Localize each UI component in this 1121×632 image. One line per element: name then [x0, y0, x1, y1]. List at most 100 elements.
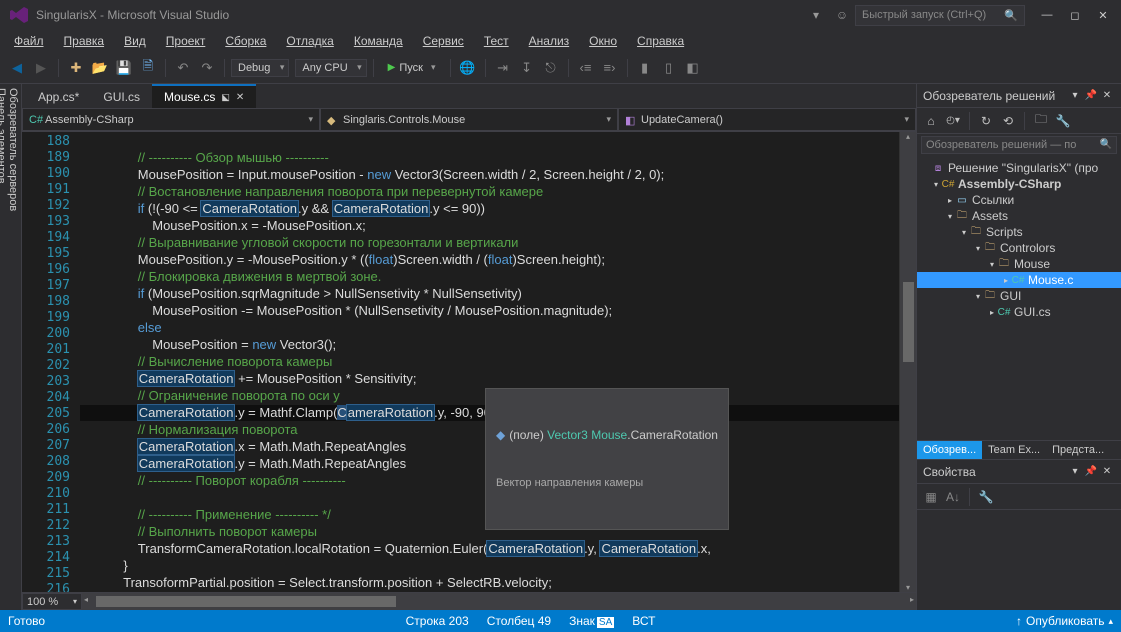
nav-member-combo[interactable]: ◧UpdateCamera() — [618, 108, 916, 131]
panel-menu-button[interactable]: ▾ — [1067, 466, 1083, 477]
tab-gui-cs[interactable]: GUI.cs — [91, 84, 152, 108]
close-tab-icon[interactable]: ✕ — [236, 92, 244, 103]
undo-button[interactable]: ↶ — [172, 57, 194, 79]
outdent-button[interactable]: ‹≡ — [575, 57, 597, 79]
menu-view[interactable]: Вид — [114, 32, 156, 50]
step-out-button[interactable]: ⇥ — [492, 57, 514, 79]
properties-toolbar: ▦ A↓ 🔧 — [917, 484, 1121, 510]
intellisense-tooltip: ◆(поле) Vector3 Mouse.CameraRotation Век… — [485, 388, 729, 530]
nav-back-button[interactable]: ◀ — [6, 57, 28, 79]
menu-analysis[interactable]: Анализ — [519, 32, 580, 50]
tree-scripts[interactable]: ▾🗀Scripts — [917, 224, 1121, 240]
quick-launch-input[interactable]: Быстрый запуск (Ctrl+Q)🔍 — [855, 5, 1025, 26]
tree-project[interactable]: ▾C#Assembly-CSharp — [917, 176, 1121, 192]
save-button[interactable]: 💾 — [113, 57, 135, 79]
server-explorer-tab[interactable]: Обозреватель серверов — [7, 88, 19, 596]
feedback-icon[interactable]: ☺ — [835, 8, 849, 22]
scroll-left-arrow[interactable]: ◂ — [82, 593, 90, 606]
panel-menu-button[interactable]: ▾ — [1067, 90, 1083, 101]
comment-button[interactable]: ▮ — [634, 57, 656, 79]
menu-test[interactable]: Тест — [474, 32, 519, 50]
menu-edit[interactable]: Правка — [54, 32, 115, 50]
close-button[interactable]: ✕ — [1089, 9, 1117, 22]
browser-button[interactable]: 🌐 — [457, 57, 479, 79]
solution-toolbar: ⌂ ◴▾ ↻ ⟲ 🗀 🔧 — [917, 108, 1121, 134]
refresh-button[interactable]: ↻ — [976, 111, 996, 131]
menu-window[interactable]: Окно — [579, 32, 627, 50]
home-button[interactable]: ⌂ — [921, 111, 941, 131]
tab-class-view[interactable]: Предста... — [1046, 441, 1110, 459]
close-panel-button[interactable]: ✕ — [1099, 466, 1115, 477]
save-all-button[interactable]: 🗎 — [137, 57, 159, 79]
pin-panel-button[interactable]: 📌 — [1083, 466, 1099, 477]
collapse-button[interactable]: ◴▾ — [943, 111, 963, 131]
events-button[interactable]: 🔧 — [976, 487, 996, 507]
menu-team[interactable]: Команда — [344, 32, 413, 50]
document-tabs: App.cs* GUI.cs Mouse.cs⬕✕ — [22, 84, 916, 108]
vertical-scrollbar[interactable]: ▴ ▾ — [899, 132, 916, 592]
status-column: Столбец 49 — [487, 614, 551, 628]
config-combo[interactable]: Debug — [231, 59, 289, 77]
tree-gui-cs[interactable]: ▸C#GUI.cs — [917, 304, 1121, 320]
scroll-up-arrow[interactable]: ▴ — [900, 132, 916, 141]
menu-project[interactable]: Проект — [156, 32, 216, 50]
publish-button[interactable]: ↑Опубликовать▴ — [1016, 614, 1113, 628]
tab-mouse-cs[interactable]: Mouse.cs⬕✕ — [152, 84, 256, 108]
explorer-bottom-tabs: Обозрев... Team Ex... Предста... — [917, 440, 1121, 459]
search-icon: 🔍 — [1100, 139, 1112, 150]
run-button[interactable]: ▶Пуск▾ — [380, 60, 444, 76]
tree-assets[interactable]: ▾🗀Assets — [917, 208, 1121, 224]
platform-combo[interactable]: Any CPU — [295, 59, 366, 77]
uncomment-button[interactable]: ▯ — [658, 57, 680, 79]
scroll-down-arrow[interactable]: ▾ — [900, 583, 916, 592]
solution-explorer-header: Обозреватель решений ▾ 📌 ✕ — [917, 84, 1121, 108]
step-button[interactable]: ↧ — [516, 57, 538, 79]
menu-service[interactable]: Сервис — [413, 32, 474, 50]
tree-references[interactable]: ▸▭Ссылки — [917, 192, 1121, 208]
pin-panel-button[interactable]: 📌 — [1083, 90, 1099, 101]
tree-mouse-cs[interactable]: ▸C#Mouse.c — [917, 272, 1121, 288]
tab-solution-explorer[interactable]: Обозрев... — [917, 441, 982, 459]
class-icon: ◆ — [327, 114, 339, 126]
solution-search-input[interactable]: Обозреватель решений — по🔍 — [921, 136, 1117, 154]
tree-solution[interactable]: ⧈Решение "SingularisX" (про — [917, 160, 1121, 176]
menu-file[interactable]: Файл — [4, 32, 54, 50]
tab-app-cs[interactable]: App.cs* — [26, 84, 91, 108]
folder-icon: 🗀 — [997, 257, 1011, 271]
tree-controlors[interactable]: ▾🗀Controlors — [917, 240, 1121, 256]
navigation-bar: C#Assembly-CSharp ◆Singlaris.Controls.Mo… — [22, 108, 916, 132]
toolbox-tab[interactable]: Панель элементов — [0, 88, 7, 596]
open-button[interactable]: 📂 — [89, 57, 111, 79]
tab-team-explorer[interactable]: Team Ex... — [982, 441, 1046, 459]
close-panel-button[interactable]: ✕ — [1099, 90, 1115, 101]
play-icon: ▶ — [388, 62, 396, 73]
minimize-button[interactable]: — — [1033, 9, 1061, 21]
zoom-combo[interactable]: 100 %▾ — [22, 593, 82, 610]
menu-build[interactable]: Сборка — [215, 32, 276, 50]
sync-button[interactable]: ⟲ — [998, 111, 1018, 131]
break-button[interactable]: ⎋ — [540, 57, 562, 79]
properties-button[interactable]: 🔧 — [1053, 111, 1073, 131]
new-project-button[interactable]: ✚ — [65, 57, 87, 79]
bookmark-button[interactable]: ◧ — [682, 57, 704, 79]
nav-project-combo[interactable]: C#Assembly-CSharp — [22, 108, 320, 131]
categorized-button[interactable]: ▦ — [921, 487, 941, 507]
indent-button[interactable]: ≡› — [599, 57, 621, 79]
pin-icon[interactable]: ⬕ — [221, 92, 230, 103]
menu-debug[interactable]: Отладка — [276, 32, 343, 50]
tree-mouse[interactable]: ▾🗀Mouse — [917, 256, 1121, 272]
nav-class-combo[interactable]: ◆Singlaris.Controls.Mouse — [320, 108, 618, 131]
alphabetical-button[interactable]: A↓ — [943, 487, 963, 507]
show-all-button[interactable]: 🗀 — [1031, 111, 1051, 131]
scroll-thumb[interactable] — [903, 282, 914, 362]
maximize-button[interactable]: ◻ — [1061, 9, 1089, 22]
menu-help[interactable]: Справка — [627, 32, 694, 50]
scroll-right-arrow[interactable]: ▸ — [908, 593, 916, 606]
tree-gui[interactable]: ▾🗀GUI — [917, 288, 1121, 304]
redo-button[interactable]: ↷ — [196, 57, 218, 79]
code-editor[interactable]: // ---------- Обзор мышью ---------- Mou… — [80, 132, 899, 592]
nav-forward-button[interactable]: ▶ — [30, 57, 52, 79]
hscroll-thumb[interactable] — [96, 596, 396, 607]
flag-icon[interactable]: ▾ — [809, 8, 823, 22]
horizontal-scrollbar[interactable]: ◂ ▸ — [82, 593, 916, 610]
